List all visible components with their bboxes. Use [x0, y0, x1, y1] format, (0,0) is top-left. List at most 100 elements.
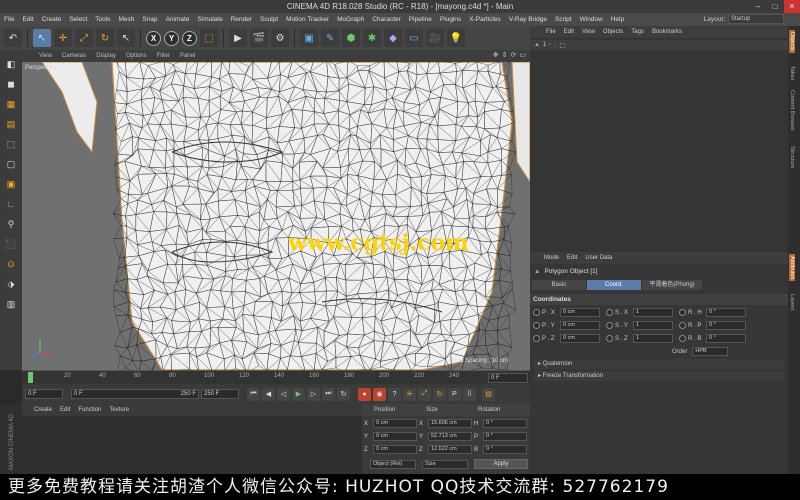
animation-dot-icon[interactable] — [533, 309, 540, 316]
maximize-button[interactable]: □ — [767, 0, 783, 13]
attr-sy-field[interactable]: 1 — [633, 321, 673, 330]
objects-menu-objects[interactable]: Objects — [599, 29, 627, 35]
side-tab-layers[interactable]: Layers — [789, 292, 795, 313]
menu-snap[interactable]: Snap — [138, 16, 161, 23]
animation-dot-icon[interactable] — [679, 309, 686, 316]
viewport-menu-display[interactable]: Display — [91, 53, 121, 59]
animation-dot-icon[interactable] — [679, 322, 686, 329]
deformer-icon[interactable]: ◆ — [384, 29, 402, 47]
rotation-p-field[interactable]: 0 ° — [483, 432, 527, 441]
next-frame-icon[interactable]: ▷ — [307, 387, 320, 401]
tab-phong[interactable]: 平滑着色(Phong) — [642, 280, 702, 290]
record-keys-icon[interactable]: ● — [358, 387, 371, 401]
viewport[interactable]: View Cameras Display Options Filter Pane… — [22, 50, 530, 370]
orbit-icon[interactable]: ⟳ — [511, 51, 517, 59]
light-icon[interactable]: 💡 — [447, 29, 465, 47]
animation-dot-icon[interactable] — [606, 309, 613, 316]
menu-x-particles[interactable]: X-Particles — [465, 16, 504, 23]
live-select-icon[interactable]: ↖ — [117, 29, 135, 47]
apply-button[interactable]: Apply — [474, 459, 528, 469]
goto-end-icon[interactable]: ⏭ — [322, 387, 335, 401]
side-tab-takes[interactable]: Takes — [789, 64, 795, 82]
x-axis-lock-icon[interactable]: X — [146, 30, 161, 46]
menu-help[interactable]: Help — [607, 16, 628, 23]
timeline-window-icon[interactable]: ▤ — [482, 387, 495, 401]
menu-tools[interactable]: Tools — [91, 16, 114, 23]
menu-character[interactable]: Character — [368, 16, 405, 23]
edges-mode-icon[interactable]: ▢ — [3, 156, 19, 172]
menu-render[interactable]: Render — [227, 16, 256, 23]
visibility-icon[interactable]: ⁚ — [554, 42, 556, 49]
play-icon[interactable]: ▶ — [292, 387, 305, 401]
menu-edit[interactable]: Edit — [18, 16, 37, 23]
menu-mograph[interactable]: MoGraph — [333, 16, 368, 23]
position-x-field[interactable]: 0 cm — [373, 419, 417, 428]
maximize-view-icon[interactable]: ▭ — [519, 51, 526, 59]
param-key-icon[interactable]: P — [448, 387, 461, 401]
tweak-mode-icon[interactable]: ⚲ — [3, 216, 19, 232]
side-tab-objects[interactable]: Objects — [789, 30, 795, 53]
viewport-menu-filter[interactable]: Filter — [152, 53, 175, 59]
texture-mode-icon[interactable]: ▦ — [3, 96, 19, 112]
animation-dot-icon[interactable] — [533, 335, 540, 342]
side-tab-structure[interactable]: Structure — [789, 144, 795, 170]
phong-tag-icon[interactable]: ⬚ — [559, 42, 565, 49]
select-tool-icon[interactable]: ↖ — [33, 29, 51, 47]
objects-menu-edit[interactable]: Edit — [560, 29, 578, 35]
render-view-icon[interactable]: ▶ — [229, 29, 247, 47]
size-mode-dropdown[interactable]: Size — [422, 459, 468, 469]
viewport-menu-panel[interactable]: Panel — [175, 53, 200, 59]
timeline-ruler[interactable]: 0 20 40 60 80 100 120 140 160 180 200 22… — [22, 370, 530, 384]
subdivision-surface-icon[interactable]: ⬢ — [342, 29, 360, 47]
attributes-menu-user-data[interactable]: User Data — [581, 255, 616, 261]
attr-sz-field[interactable]: 1 — [633, 334, 673, 343]
enable-snap-icon[interactable]: ⊙ — [3, 256, 19, 272]
attributes-menu-mode[interactable]: Mode — [540, 255, 563, 261]
attributes-menu-edit[interactable]: Edit — [563, 255, 581, 261]
scale-key-icon[interactable]: ⤢ — [418, 387, 431, 401]
size-z-field[interactable]: 12.622 cm — [428, 445, 472, 454]
pan-icon[interactable]: ✥ — [493, 51, 499, 59]
animation-dot-icon[interactable] — [606, 322, 613, 329]
object-row[interactable]: ▲ 1 ▫ ⁚ ⬚ — [530, 40, 788, 50]
layout-dropdown[interactable]: Startup — [728, 14, 784, 24]
objects-menu-tags[interactable]: Tags — [627, 29, 648, 35]
menu-select[interactable]: Select — [65, 16, 91, 23]
animation-dot-icon[interactable] — [679, 335, 686, 342]
menu-vray-bridge[interactable]: V-Ray Bridge — [505, 16, 551, 23]
preview-range-field[interactable]: 0 F 250 F — [71, 389, 199, 399]
freeze-transformation-section[interactable]: ▸ Freeze Transformation — [534, 371, 784, 381]
objects-menu-bookmarks[interactable]: Bookmarks — [648, 29, 686, 35]
attr-rh-field[interactable]: 0 ° — [706, 308, 746, 317]
close-button[interactable]: ✕ — [784, 0, 800, 13]
prev-key-icon[interactable]: ◀ — [262, 387, 275, 401]
attr-rb-field[interactable]: 0 ° — [706, 334, 746, 343]
minimize-button[interactable]: – — [750, 0, 766, 13]
start-frame-field[interactable]: 0 F — [25, 389, 63, 399]
prev-frame-icon[interactable]: ◁ — [277, 387, 290, 401]
rotation-h-field[interactable]: 0 ° — [483, 419, 527, 428]
cube-primitive-icon[interactable]: ▣ — [300, 29, 318, 47]
rotation-b-field[interactable]: 0 ° — [483, 445, 527, 454]
coord-mode-dropdown[interactable]: Object (Rel) — [370, 459, 416, 469]
menu-create[interactable]: Create — [38, 16, 66, 23]
attr-rp-field[interactable]: 0 ° — [706, 321, 746, 330]
auto-key-icon[interactable]: ◉ — [373, 387, 386, 401]
menu-animate[interactable]: Animate — [162, 16, 194, 23]
position-y-field[interactable]: 0 cm — [373, 432, 417, 441]
workplane-mode-icon[interactable]: ▤ — [3, 116, 19, 132]
menu-mesh[interactable]: Mesh — [114, 16, 138, 23]
mograph-cloner-icon[interactable]: ✱ — [363, 29, 381, 47]
render-picture-viewer-icon[interactable]: 🎬 — [250, 29, 268, 47]
goto-start-icon[interactable]: ⏮ — [247, 387, 260, 401]
polygons-mode-icon[interactable]: ▣ — [3, 176, 19, 192]
model-mode-icon[interactable]: ◼ — [3, 76, 19, 92]
attr-sx-field[interactable]: 1 — [633, 308, 673, 317]
position-z-field[interactable]: 0 cm — [373, 445, 417, 454]
objects-menu-file[interactable]: File — [542, 29, 560, 35]
menu-motion-tracker[interactable]: Motion Tracker — [282, 16, 333, 23]
points-mode-icon[interactable]: ⬚ — [3, 136, 19, 152]
animation-dot-icon[interactable] — [606, 335, 613, 342]
viewport-menu-cameras[interactable]: Cameras — [57, 53, 91, 59]
workplane-icon[interactable]: ⬗ — [3, 276, 19, 292]
